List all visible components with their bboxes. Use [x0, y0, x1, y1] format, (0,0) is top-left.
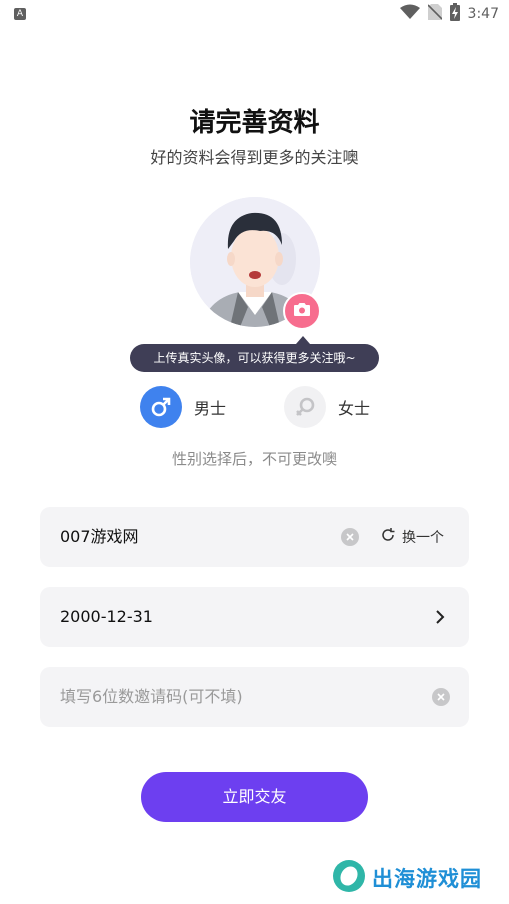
watermark-text: 出海游戏园 [372, 867, 482, 891]
chevron-right-icon [431, 608, 449, 626]
tooltip-arrow [296, 336, 310, 344]
gender-female-option[interactable]: 女士 [284, 386, 370, 428]
refresh-icon [380, 527, 396, 547]
invite-code-field[interactable]: 填写6位数邀请码(可不填) [40, 667, 469, 727]
birthday-value: 2000-12-31 [60, 607, 153, 626]
page-subtitle: 好的资料会得到更多的关注噢 [150, 148, 359, 167]
battery-charging-icon [449, 3, 460, 25]
wifi-icon [399, 4, 420, 24]
notification-icon: A [14, 8, 26, 20]
clear-icon[interactable] [432, 688, 450, 706]
gender-note: 性别选择后，不可更改噢 [171, 450, 337, 468]
nickname-field[interactable]: 007游戏网 换一个 [40, 507, 469, 567]
refresh-nickname-button[interactable]: 换一个 [380, 507, 444, 567]
camera-icon [293, 301, 311, 321]
watermark-logo [332, 859, 366, 897]
refresh-label: 换一个 [402, 530, 444, 546]
clear-icon[interactable] [341, 528, 359, 546]
sim-off-icon [426, 4, 443, 24]
page-title: 请完善资料 [189, 108, 320, 138]
birthday-field[interactable]: 2000-12-31 [40, 587, 469, 647]
status-bar: A 3:47 [0, 0, 509, 28]
female-label: 女士 [338, 399, 371, 418]
invite-code-input[interactable]: 填写6位数邀请码(可不填) [60, 667, 243, 727]
upload-avatar-button[interactable] [283, 292, 321, 330]
nickname-input[interactable]: 007游戏网 [60, 507, 139, 567]
male-label: 男士 [194, 399, 227, 418]
watermark: 出海游戏园 [332, 858, 492, 898]
status-right: 3:47 [399, 3, 499, 25]
avatar-tooltip: 上传真实头像，可以获得更多关注哦~ [130, 344, 379, 372]
female-icon [284, 386, 326, 428]
submit-button[interactable]: 立即交友 [141, 772, 368, 822]
male-icon [140, 386, 182, 428]
gender-male-option[interactable]: 男士 [140, 386, 226, 428]
status-time: 3:47 [467, 6, 499, 22]
